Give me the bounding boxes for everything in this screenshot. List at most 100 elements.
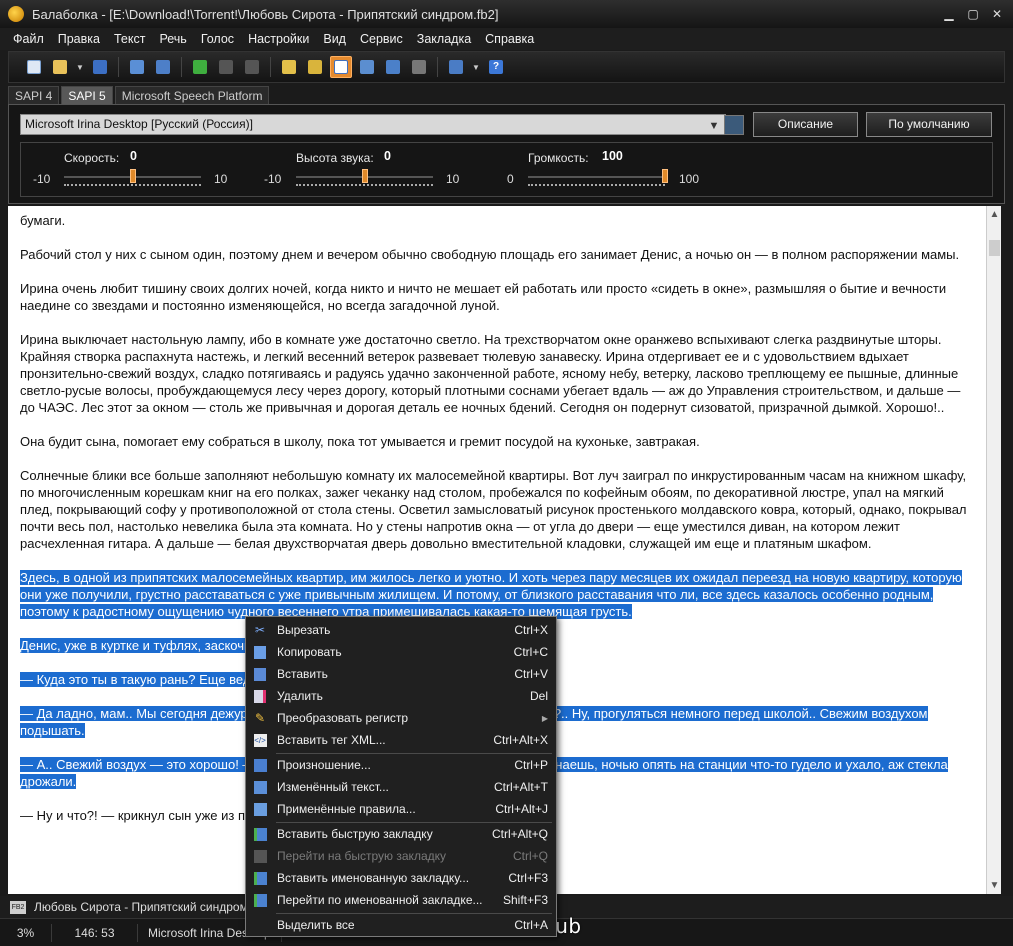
rate-slider-thumb[interactable] bbox=[129, 169, 136, 183]
pitch-min: -10 bbox=[264, 172, 282, 186]
paragraph: бумаги. bbox=[20, 213, 66, 228]
menu-speech[interactable]: Речь bbox=[152, 32, 193, 46]
engine-tabs: SAPI 4 SAPI 5 Microsoft Speech Platform bbox=[8, 86, 270, 104]
paragraph: Рабочий стол у них с сыном один, поэтому… bbox=[20, 247, 960, 262]
menu-settings[interactable]: Настройки bbox=[241, 32, 316, 46]
changed-text-icon bbox=[252, 779, 268, 795]
menu-item-delete[interactable]: Удалить Del bbox=[246, 685, 556, 707]
menu-item-goto-named-bookmark[interactable]: Перейти по именованной закладке... Shift… bbox=[246, 889, 556, 911]
menu-item-insert-xml[interactable]: </> Вставить тег XML... Ctrl+Alt+X bbox=[246, 729, 556, 751]
rate-label: Скорость: bbox=[64, 151, 120, 165]
files-icon[interactable] bbox=[408, 56, 430, 78]
menu-item-insert-named-bookmark[interactable]: Вставить именованную закладку... Ctrl+F3 bbox=[246, 867, 556, 889]
menu-item-select-all[interactable]: Выделить все Ctrl+A bbox=[246, 914, 556, 936]
play-icon[interactable] bbox=[189, 56, 211, 78]
toolbar-separator bbox=[118, 57, 119, 77]
describe-button[interactable]: Описание bbox=[753, 112, 858, 137]
menu-bar: Файл Правка Текст Речь Голос Настройки В… bbox=[0, 28, 1013, 50]
menu-item-insert-quick-bookmark[interactable]: Вставить быструю закладку Ctrl+Alt+Q bbox=[246, 823, 556, 845]
vertical-scrollbar[interactable]: ▲ ▼ bbox=[986, 206, 1001, 894]
tab-speech-platform[interactable]: Microsoft Speech Platform bbox=[114, 86, 270, 104]
default-button[interactable]: По умолчанию bbox=[866, 112, 992, 137]
paragraph: Она будит сына, помогает ему собраться в… bbox=[20, 434, 700, 449]
pitch-slider-thumb[interactable] bbox=[361, 169, 368, 183]
toolbar: ▼ ▼ ? bbox=[8, 51, 1005, 83]
menu-tools[interactable]: Сервис bbox=[353, 32, 410, 46]
scroll-down-icon[interactable]: ▼ bbox=[987, 877, 1002, 894]
close-icon[interactable]: ✕ bbox=[987, 5, 1007, 23]
voice-select-value: Microsoft Irina Desktop [Русский (Россия… bbox=[25, 117, 253, 131]
copy-icon bbox=[252, 644, 268, 660]
volume-ticks bbox=[528, 184, 665, 187]
goto-named-bookmark-icon bbox=[252, 892, 268, 908]
read-clipboard-icon[interactable] bbox=[126, 56, 148, 78]
menu-file[interactable]: Файл bbox=[6, 32, 51, 46]
quick-bookmark-icon bbox=[252, 826, 268, 842]
voice-parameters: Скорость: 0 -10 10 Высота звука: 0 -10 1… bbox=[20, 142, 993, 197]
status-percent: 3% bbox=[0, 923, 52, 942]
menu-bookmark[interactable]: Закладка bbox=[410, 32, 478, 46]
chevron-down-icon[interactable]: ▼ bbox=[706, 117, 722, 132]
menu-item-paste[interactable]: Вставить Ctrl+V bbox=[246, 663, 556, 685]
voice-settings-icon[interactable] bbox=[724, 115, 744, 135]
toolbar-separator bbox=[437, 57, 438, 77]
rate-min: -10 bbox=[33, 172, 51, 186]
convert-icon[interactable] bbox=[304, 56, 326, 78]
volume-label: Громкость: bbox=[528, 151, 589, 165]
maximize-icon[interactable]: ▢ bbox=[963, 5, 983, 23]
batch-icon[interactable] bbox=[382, 56, 404, 78]
menu-item-pronunciation[interactable]: Произношение... Ctrl+P bbox=[246, 754, 556, 776]
voice-select[interactable]: Microsoft Irina Desktop [Русский (Россия… bbox=[20, 114, 726, 135]
scissors-icon: ✂ bbox=[254, 623, 266, 637]
menu-voice[interactable]: Голос bbox=[194, 32, 241, 46]
rate-value: 0 bbox=[130, 149, 137, 163]
export-icon[interactable] bbox=[445, 56, 467, 78]
document-name[interactable]: Любовь Сирота - Припятский синдром.fb2 bbox=[34, 900, 268, 914]
tab-sapi5[interactable]: SAPI 5 bbox=[61, 86, 113, 104]
delete-icon bbox=[252, 688, 268, 704]
named-bookmark-icon bbox=[252, 870, 268, 886]
selected-paragraph: Здесь, в одной из припятских малосемейны… bbox=[20, 570, 962, 619]
dictionary-icon[interactable] bbox=[356, 56, 378, 78]
help-icon[interactable]: ? bbox=[485, 56, 507, 78]
tab-sapi4[interactable]: SAPI 4 bbox=[8, 86, 60, 104]
minimize-icon[interactable]: ▁ bbox=[939, 5, 959, 23]
menu-item-applied-rules[interactable]: Применённые правила... Ctrl+Alt+J bbox=[246, 798, 556, 820]
menu-text[interactable]: Текст bbox=[107, 32, 152, 46]
pause-icon[interactable] bbox=[215, 56, 237, 78]
title-bar: Балаболка - [E:\Download!\Torrent!\Любов… bbox=[0, 0, 1013, 28]
menu-edit[interactable]: Правка bbox=[51, 32, 107, 46]
menu-item-goto-quick-bookmark: Перейти на быструю закладку Ctrl+Q bbox=[246, 845, 556, 867]
menu-item-cut[interactable]: ✂ Вырезать Ctrl+X bbox=[246, 619, 556, 641]
volume-value: 100 bbox=[602, 149, 623, 163]
fb2-file-icon: FB2 bbox=[10, 900, 26, 914]
menu-item-change-case[interactable]: ✎ Преобразовать регистр ▶ bbox=[246, 707, 556, 729]
read-selection-icon[interactable] bbox=[152, 56, 174, 78]
stop-icon[interactable] bbox=[241, 56, 263, 78]
dropdown-arrow-icon[interactable]: ▼ bbox=[471, 56, 481, 78]
menu-item-copy[interactable]: Копировать Ctrl+C bbox=[246, 641, 556, 663]
dropdown-arrow-icon[interactable]: ▼ bbox=[75, 56, 85, 78]
new-file-icon[interactable] bbox=[23, 56, 45, 78]
pronunciation-icon[interactable] bbox=[330, 56, 352, 78]
volume-slider-thumb[interactable] bbox=[662, 169, 668, 183]
rules-icon bbox=[252, 801, 268, 817]
pitch-label: Высота звука: bbox=[296, 151, 374, 165]
open-folder-icon[interactable] bbox=[49, 56, 71, 78]
scroll-thumb[interactable] bbox=[989, 240, 1000, 256]
pitch-value: 0 bbox=[384, 149, 391, 163]
menu-view[interactable]: Вид bbox=[316, 32, 353, 46]
menu-help[interactable]: Справка bbox=[478, 32, 541, 46]
rate-ticks bbox=[64, 184, 201, 187]
split-icon[interactable] bbox=[278, 56, 300, 78]
xml-tag-icon: </> bbox=[253, 733, 267, 747]
volume-slider[interactable] bbox=[528, 176, 665, 178]
save-icon[interactable] bbox=[89, 56, 111, 78]
paragraph: Солнечные блики все больше заполняют неб… bbox=[20, 468, 967, 551]
submenu-arrow-icon: ▶ bbox=[541, 713, 548, 723]
pitch-ticks bbox=[296, 184, 433, 187]
paragraph: Ирина очень любит тишину своих долгих но… bbox=[20, 281, 947, 313]
paragraph: Ирина выключает настольную лампу, ибо в … bbox=[20, 332, 961, 415]
scroll-up-icon[interactable]: ▲ bbox=[987, 206, 1002, 223]
menu-item-changed-text[interactable]: Изменённый текст... Ctrl+Alt+T bbox=[246, 776, 556, 798]
